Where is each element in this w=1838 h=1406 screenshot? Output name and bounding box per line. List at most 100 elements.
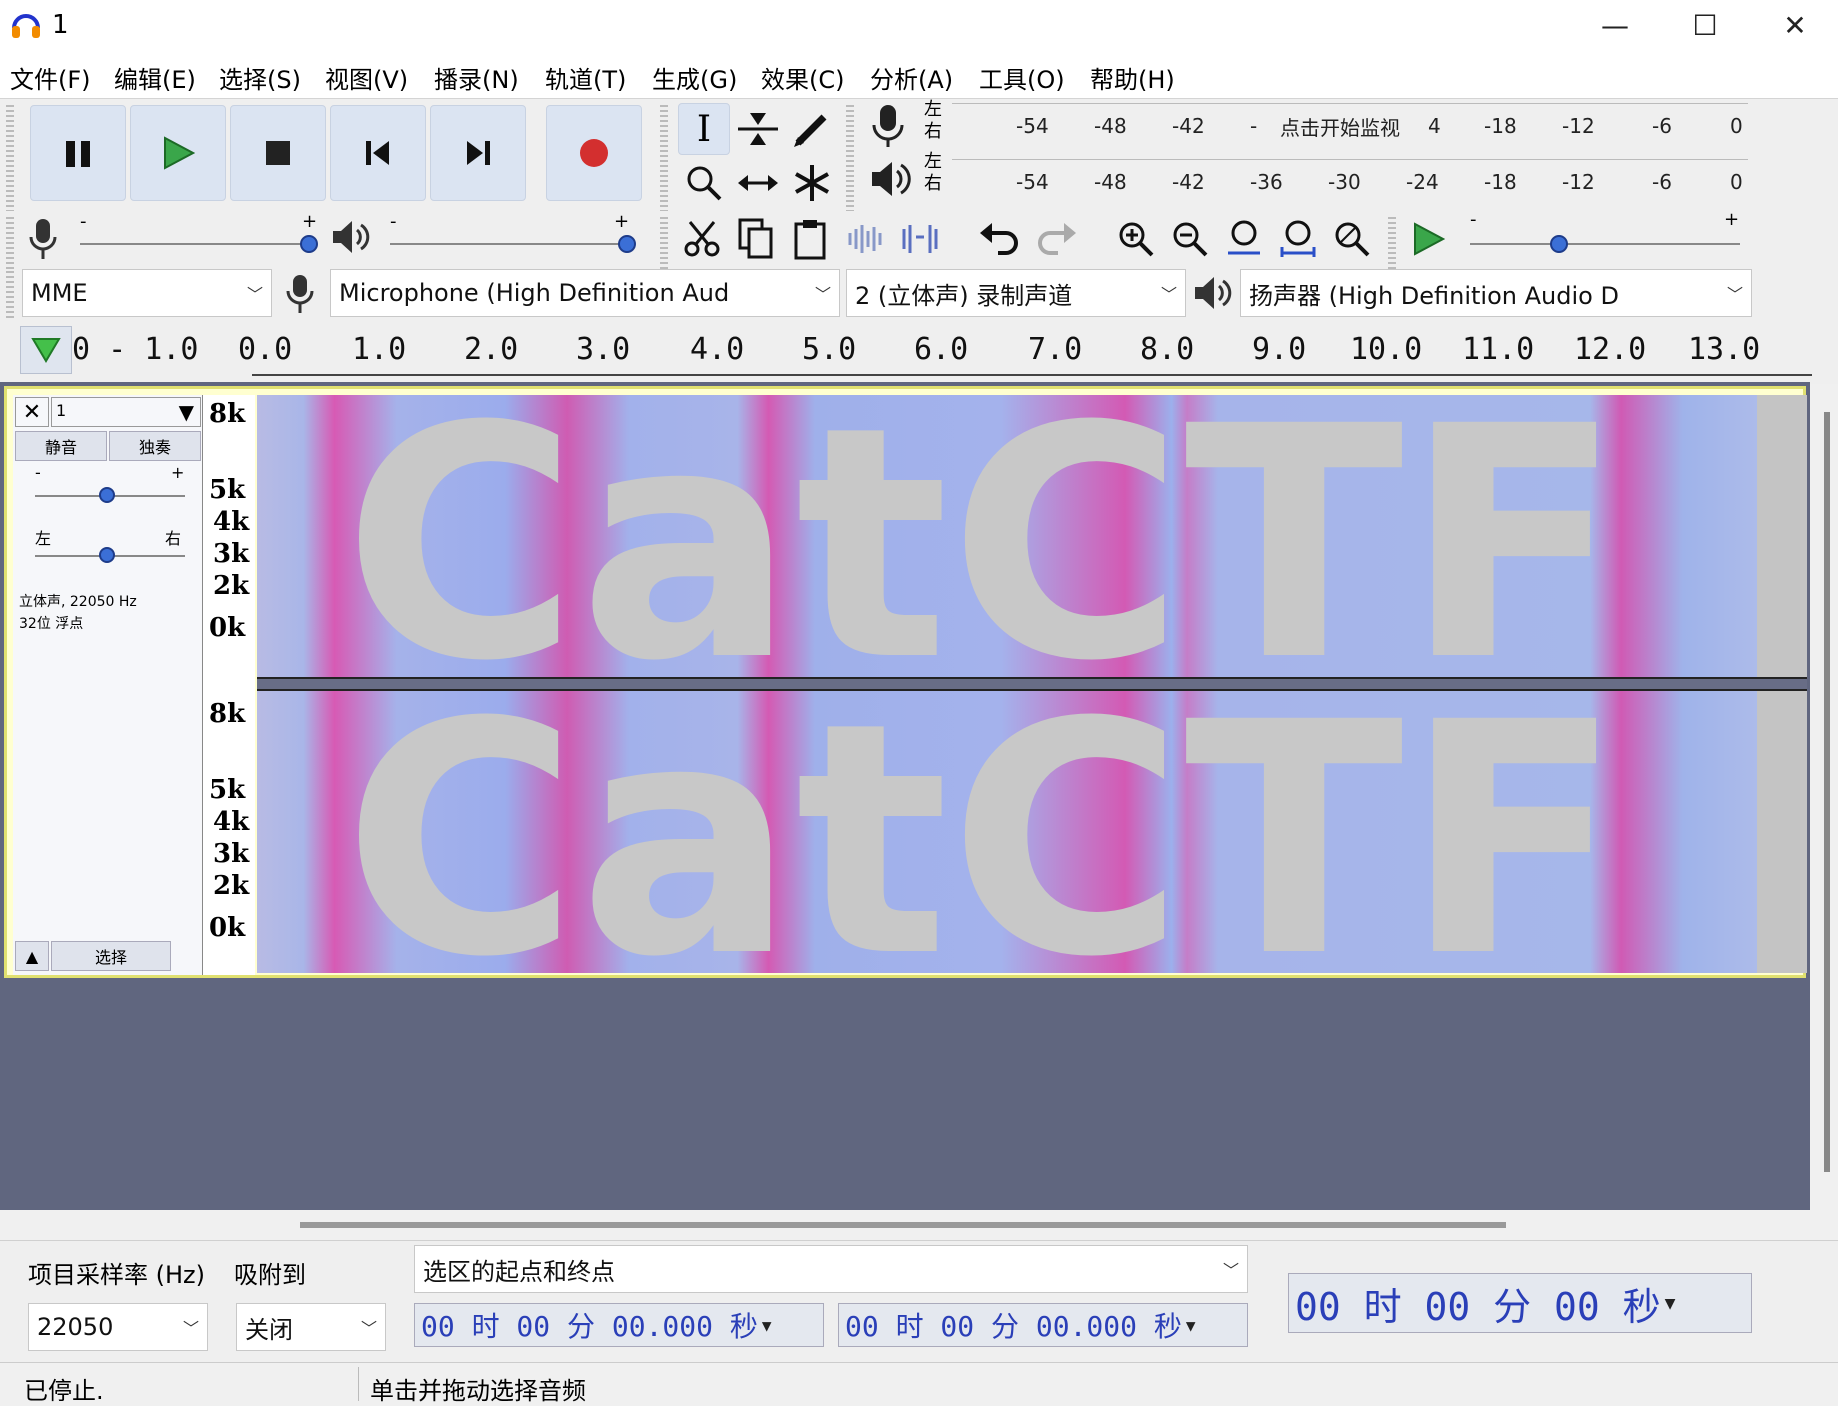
minimize-button[interactable]: —	[1570, 0, 1660, 50]
zoom-tool-button[interactable]	[678, 157, 730, 209]
record-volume-slider[interactable]	[80, 243, 312, 245]
play-at-speed-button[interactable]	[1402, 213, 1454, 265]
record-volume-thumb[interactable]	[300, 235, 318, 253]
close-button[interactable]: ✕	[1750, 0, 1838, 50]
zoom-in-button[interactable]	[1110, 213, 1162, 265]
gain-thumb[interactable]	[99, 487, 115, 503]
toolbar-grip[interactable]	[1388, 217, 1396, 269]
record-button[interactable]	[546, 105, 642, 201]
skip-start-button[interactable]	[330, 105, 426, 201]
audio-position-time[interactable]: 00 时 00 分 00 秒 ▼	[1288, 1273, 1752, 1333]
track-close-button[interactable]: ✕	[15, 397, 49, 427]
monitor-hint[interactable]: 点击开始监视	[1280, 112, 1400, 141]
multi-tool-button[interactable]	[786, 157, 838, 209]
meter-tick: -30	[1328, 170, 1361, 194]
record-meter-button[interactable]	[868, 103, 914, 149]
fit-selection-button[interactable]	[1218, 213, 1270, 265]
collapse-track-button[interactable]: ▲	[15, 941, 49, 971]
track-area[interactable]: ✕ 1 ▼ 静音 独奏 - + 左 右 立体声, 22050 Hz 32位 浮点…	[0, 382, 1810, 1210]
freq-label: 4k	[213, 807, 250, 837]
track-menu-button[interactable]: 1 ▼	[51, 397, 201, 427]
frequency-ruler[interactable]: 8k 5k 4k 3k 2k 0k 8k 5k 4k 3k 2k 0k	[203, 395, 255, 975]
audio-track[interactable]: ✕ 1 ▼ 静音 独奏 - + 左 右 立体声, 22050 Hz 32位 浮点…	[4, 386, 1807, 978]
play-speed-slider[interactable]	[1470, 243, 1740, 245]
record-icon	[580, 139, 608, 167]
spectrogram-right-channel[interactable]: CatCTF	[257, 691, 1807, 973]
menu-effect[interactable]: 效果(C)	[761, 60, 844, 95]
trim-button[interactable]	[840, 213, 892, 265]
selection-start-time[interactable]: 00 时 00 分 00.000 秒 ▼	[414, 1303, 824, 1347]
selection-mode-select[interactable]: 选区的起点和终点 ﹀	[414, 1245, 1248, 1293]
menu-view[interactable]: 视图(V)	[325, 60, 408, 95]
snap-to-select[interactable]: 关闭 ﹀	[236, 1303, 386, 1351]
output-device-select[interactable]: 扬声器 (High Definition Audio D ﹀	[1240, 269, 1752, 317]
audio-host-select[interactable]: MME ﹀	[22, 269, 272, 317]
pan-thumb[interactable]	[99, 547, 115, 563]
cut-button[interactable]	[676, 213, 728, 265]
select-track-button[interactable]: 选择	[51, 941, 171, 971]
time-shift-tool-button[interactable]	[732, 157, 784, 209]
toolbar-grip[interactable]	[6, 271, 14, 319]
skip-end-button[interactable]	[430, 105, 526, 201]
menu-tools[interactable]: 工具(O)	[979, 60, 1065, 95]
project-rate-select[interactable]: 22050 ﹀	[28, 1303, 208, 1351]
toolbar-grip[interactable]	[6, 217, 14, 269]
pause-button[interactable]	[30, 105, 126, 201]
stop-icon	[266, 141, 290, 165]
menu-file[interactable]: 文件(F)	[10, 60, 91, 95]
record-meter[interactable]: -54 -48 -42 - 点击开始监视 4 -18 -12 -6 0	[952, 103, 1748, 147]
timeline-ruler[interactable]: 0 - 1.0 0.0 1.0 2.0 3.0 4.0 5.0 6.0 7.0 …	[0, 322, 1838, 382]
audio-position-value: 00 时 00 分 00 秒	[1295, 1284, 1661, 1329]
selection-tool-button[interactable]: I	[678, 103, 730, 155]
status-state: 已停止.	[24, 1377, 104, 1405]
zoom-out-button[interactable]	[1164, 213, 1216, 265]
horizontal-scrollbar[interactable]	[300, 1222, 1506, 1228]
menu-generate[interactable]: 生成(G)	[652, 60, 737, 95]
maximize-button[interactable]: ☐	[1660, 0, 1750, 50]
playback-volume-slider[interactable]	[390, 243, 626, 245]
fit-project-button[interactable]	[1272, 213, 1324, 265]
redo-button[interactable]	[1030, 213, 1082, 265]
selection-end-time[interactable]: 00 时 00 分 00.000 秒 ▼	[838, 1303, 1248, 1347]
menu-help[interactable]: 帮助(H)	[1090, 60, 1175, 95]
snap-to-label: 吸附到	[234, 1261, 306, 1289]
envelope-tool-button[interactable]	[732, 103, 784, 155]
zoom-toggle-icon	[1335, 222, 1370, 257]
ruler-label: 0.0	[238, 332, 293, 367]
silence-button[interactable]	[894, 213, 946, 265]
track-control-panel[interactable]: ✕ 1 ▼ 静音 独奏 - + 左 右 立体声, 22050 Hz 32位 浮点…	[13, 395, 203, 975]
playback-meter[interactable]: -54 -48 -42 -36 -30 -24 -18 -12 -6 0	[952, 159, 1748, 203]
toolbar-grip[interactable]	[660, 217, 668, 269]
menu-select[interactable]: 选择(S)	[219, 60, 301, 95]
toolbar-grip[interactable]	[660, 105, 668, 211]
vertical-scrollbar[interactable]	[1824, 412, 1830, 1172]
play-speed-thumb[interactable]	[1550, 235, 1568, 253]
mute-button[interactable]: 静音	[15, 431, 107, 461]
draw-tool-button[interactable]	[786, 103, 838, 155]
paste-button[interactable]	[784, 213, 836, 265]
ruler-label: 8.0	[1140, 332, 1195, 367]
menu-edit[interactable]: 编辑(E)	[114, 60, 196, 95]
stop-button[interactable]	[230, 105, 326, 201]
spectrogram-left-channel[interactable]: CatCTF	[257, 395, 1807, 677]
triangle-down-icon	[31, 338, 61, 363]
solo-button[interactable]: 独奏	[109, 431, 201, 461]
menu-transport[interactable]: 播录(N)	[434, 60, 519, 95]
undo-button[interactable]	[974, 213, 1026, 265]
playback-meter-button[interactable]	[868, 157, 914, 203]
menu-tracks[interactable]: 轨道(T)	[545, 60, 626, 95]
play-button[interactable]	[130, 105, 226, 201]
input-channels-select[interactable]: 2 (立体声) 录制声道 ﹀	[846, 269, 1186, 317]
toolbar-grip[interactable]	[6, 105, 14, 211]
meter-tick: -54	[1016, 114, 1049, 138]
playback-volume-thumb[interactable]	[618, 235, 636, 253]
record-volume-icon-wrap	[26, 217, 66, 263]
zoom-toggle-button[interactable]	[1326, 213, 1378, 265]
copy-button[interactable]	[730, 213, 782, 265]
toolbar-grip[interactable]	[846, 105, 854, 211]
timeline-options-button[interactable]	[20, 326, 72, 374]
menu-analyze[interactable]: 分析(A)	[870, 60, 953, 95]
speaker-icon	[872, 162, 911, 196]
output-device-value: 扬声器 (High Definition Audio D	[1249, 281, 1619, 310]
input-device-select[interactable]: Microphone (High Definition Aud ﹀	[330, 269, 840, 317]
